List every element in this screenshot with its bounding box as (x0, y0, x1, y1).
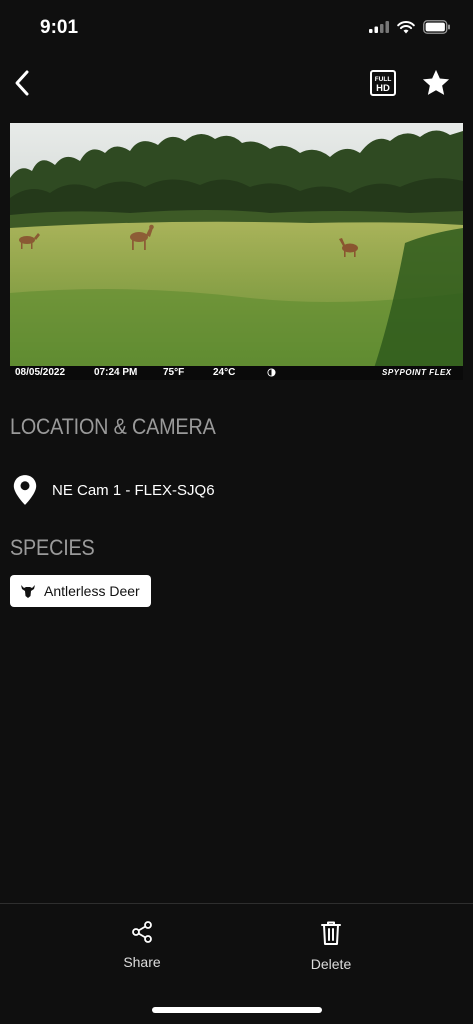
status-time: 9:01 (40, 17, 79, 38)
nav-bar: FULL HD (0, 58, 473, 108)
caption-brand: SPYPOINT FLEX (382, 368, 452, 377)
trash-icon (321, 921, 341, 945)
wifi-icon (397, 20, 415, 33)
species-chip-label: Antlerless Deer (44, 583, 140, 599)
share-label: Share (123, 954, 161, 970)
full-hd-button[interactable]: FULL HD (368, 68, 398, 98)
cellular-signal-icon (369, 21, 389, 33)
photo-scene (10, 123, 463, 380)
full-hd-icon: FULL HD (370, 70, 396, 96)
caption-temp-f: 75°F (163, 367, 185, 378)
share-icon (132, 921, 152, 943)
share-button[interactable]: Share (102, 920, 182, 970)
star-icon (422, 69, 450, 95)
delete-label: Delete (310, 956, 352, 972)
photo-caption-bar: 08/05/2022 07:24 PM 75°F 24°C SPYPOINT F… (10, 366, 463, 380)
caption-date: 08/05/2022 (15, 367, 66, 378)
species-section-title: SPECIES (10, 535, 95, 560)
full-hd-text-line2: HD (376, 83, 390, 94)
location-section-title: LOCATION & CAMERA (10, 414, 216, 439)
delete-button[interactable]: Delete (291, 920, 371, 972)
species-chip[interactable]: Antlerless Deer (10, 575, 151, 607)
deer-head-icon (21, 585, 35, 598)
favorite-button[interactable] (420, 67, 452, 99)
battery-icon (423, 20, 450, 34)
caption-temp-c: 24°C (213, 367, 236, 378)
chevron-left-icon (15, 70, 29, 96)
status-bar: 9:01 (0, 0, 473, 56)
home-indicator[interactable] (152, 1007, 322, 1013)
full-hd-text-line1: FULL (375, 76, 392, 83)
location-row: NE Cam 1 - FLEX-SJQ6 (12, 474, 215, 506)
bottom-divider (0, 903, 473, 904)
back-button[interactable] (8, 66, 36, 100)
camera-name: NE Cam 1 - FLEX-SJQ6 (52, 481, 215, 499)
trail-camera-photo[interactable] (10, 123, 463, 380)
caption-time: 07:24 PM (94, 367, 138, 378)
moon-phase-icon (267, 368, 276, 380)
location-pin-icon (13, 475, 37, 505)
status-icons (369, 20, 451, 34)
